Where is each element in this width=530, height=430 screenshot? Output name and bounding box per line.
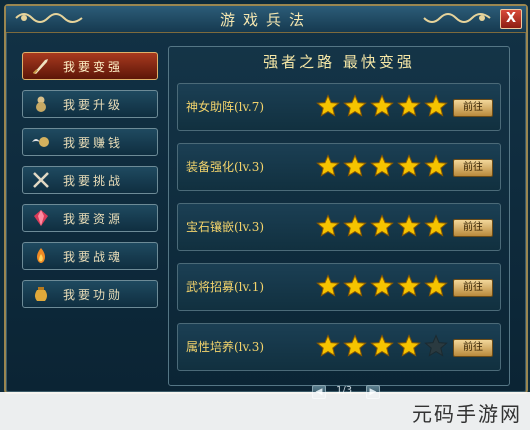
ornament-icon xyxy=(423,13,491,23)
go-button[interactable]: 前往 xyxy=(453,99,493,117)
gourd-icon xyxy=(29,94,53,114)
star-empty-icon xyxy=(424,334,448,357)
sidebar: 我要变强我要升级我要赚钱我要挑战我要资源我要战魂我要功勋 xyxy=(22,52,158,318)
sidebar-item[interactable]: 我要赚钱 xyxy=(22,128,158,156)
task-name: 神女助阵(lv.7) xyxy=(186,100,265,114)
gem-icon xyxy=(29,208,53,228)
star-filled-icon xyxy=(397,274,421,297)
star-filled-icon xyxy=(397,214,421,237)
star-rating xyxy=(316,214,448,238)
star-filled-icon xyxy=(370,334,394,357)
title-bar: 游戏兵法 X xyxy=(6,6,526,33)
sidebar-item[interactable]: 我要升级 xyxy=(22,90,158,118)
go-button[interactable]: 前往 xyxy=(453,279,493,297)
star-filled-icon xyxy=(370,214,394,237)
task-name: 武将招募(lv.1) xyxy=(186,280,265,294)
star-filled-icon xyxy=(424,154,448,177)
star-rating xyxy=(316,274,448,298)
crossed-blades-icon xyxy=(29,170,53,190)
star-filled-icon xyxy=(424,274,448,297)
star-filled-icon xyxy=(397,334,421,357)
sidebar-item[interactable]: 我要挑战 xyxy=(22,166,158,194)
sidebar-item-label: 我要功勋 xyxy=(63,288,124,302)
task-row: 武将招募(lv.1) 前往 xyxy=(177,263,501,311)
star-filled-icon xyxy=(316,154,340,177)
sidebar-item[interactable]: 我要战魂 xyxy=(22,242,158,270)
sidebar-item-label: 我要赚钱 xyxy=(63,136,124,150)
sidebar-item-label: 我要战魂 xyxy=(63,250,124,264)
panel-header: 强者之路 最快变强 xyxy=(263,53,415,71)
pouch-icon xyxy=(29,284,53,304)
star-filled-icon xyxy=(397,154,421,177)
star-filled-icon xyxy=(343,154,367,177)
sidebar-item[interactable]: 我要功勋 xyxy=(22,280,158,308)
go-button[interactable]: 前往 xyxy=(453,339,493,357)
star-filled-icon xyxy=(316,334,340,357)
star-rating xyxy=(316,94,448,118)
star-filled-icon xyxy=(343,334,367,357)
star-filled-icon xyxy=(424,94,448,117)
sidebar-item-label: 我要升级 xyxy=(63,98,124,112)
task-name: 属性培养(lv.3) xyxy=(186,340,265,354)
task-row: 属性培养(lv.3) 前往 xyxy=(177,323,501,371)
coin-wing-icon xyxy=(29,132,53,152)
star-filled-icon xyxy=(343,94,367,117)
star-filled-icon xyxy=(370,154,394,177)
sidebar-item-label: 我要挑战 xyxy=(63,174,124,188)
sword-icon xyxy=(29,56,53,76)
star-filled-icon xyxy=(343,214,367,237)
star-rating xyxy=(316,334,448,358)
star-filled-icon xyxy=(316,274,340,297)
task-row: 宝石镶嵌(lv.3) 前往 xyxy=(177,203,501,251)
task-row: 装备强化(lv.3) 前往 xyxy=(177,143,501,191)
go-button[interactable]: 前往 xyxy=(453,219,493,237)
watermark-bar: 元码手游网 xyxy=(0,392,530,430)
star-filled-icon xyxy=(424,214,448,237)
task-name: 装备强化(lv.3) xyxy=(186,160,265,174)
star-filled-icon xyxy=(316,94,340,117)
main-panel: 强者之路 最快变强 神女助阵(lv.7) 前往 装备强化(lv.3) 前往 宝石镶嵌(l… xyxy=(168,46,510,386)
star-filled-icon xyxy=(397,94,421,117)
flame-icon xyxy=(29,246,53,266)
star-filled-icon xyxy=(316,214,340,237)
task-name: 宝石镶嵌(lv.3) xyxy=(186,220,265,234)
sidebar-item[interactable]: 我要资源 xyxy=(22,204,158,232)
star-filled-icon xyxy=(343,274,367,297)
task-row: 神女助阵(lv.7) 前往 xyxy=(177,83,501,131)
star-rating xyxy=(316,154,448,178)
star-filled-icon xyxy=(370,94,394,117)
watermark: 元码手游网 xyxy=(412,402,522,426)
close-button[interactable]: X xyxy=(500,9,522,29)
sidebar-item-label: 我要变强 xyxy=(63,60,124,74)
star-filled-icon xyxy=(370,274,394,297)
go-button[interactable]: 前往 xyxy=(453,159,493,177)
sidebar-item-label: 我要资源 xyxy=(63,212,124,226)
sidebar-item[interactable]: 我要变强 xyxy=(22,52,158,80)
